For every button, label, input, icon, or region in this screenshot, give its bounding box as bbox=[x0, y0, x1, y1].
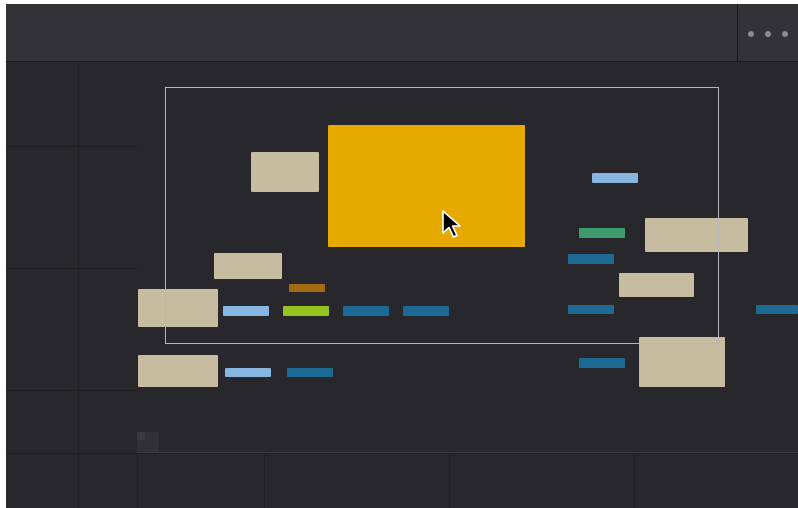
top-toolbar bbox=[6, 4, 798, 62]
grid-line-horizontal bbox=[6, 390, 137, 391]
grid-line-horizontal bbox=[6, 146, 137, 147]
node-pill[interactable] bbox=[592, 173, 638, 183]
node-pill[interactable] bbox=[225, 368, 271, 377]
node-pill[interactable] bbox=[568, 254, 614, 264]
node-block[interactable] bbox=[138, 289, 218, 327]
node-pill[interactable] bbox=[223, 306, 269, 316]
node-block[interactable] bbox=[645, 218, 748, 252]
selected-node-block[interactable] bbox=[328, 125, 525, 247]
node-pill[interactable] bbox=[343, 306, 389, 316]
more-horizontal-icon bbox=[782, 31, 788, 37]
grid-line-horizontal bbox=[6, 268, 137, 269]
grid-line-vertical bbox=[264, 454, 265, 508]
more-horizontal-icon bbox=[765, 31, 771, 37]
node-pill[interactable] bbox=[283, 306, 329, 316]
node-pill[interactable] bbox=[403, 306, 449, 316]
node-pill[interactable] bbox=[579, 358, 625, 368]
arrow-pointer-icon bbox=[442, 210, 461, 238]
node-block[interactable] bbox=[214, 253, 282, 279]
grid-line-vertical bbox=[634, 454, 635, 508]
toolbar-divider bbox=[737, 4, 738, 62]
grid-line-vertical bbox=[78, 63, 79, 508]
node-block[interactable] bbox=[251, 152, 319, 192]
node-block[interactable] bbox=[138, 355, 218, 387]
node-pill[interactable] bbox=[287, 368, 333, 377]
node-pill[interactable] bbox=[579, 228, 625, 238]
node-block[interactable] bbox=[639, 337, 725, 387]
node-block[interactable] bbox=[619, 273, 694, 297]
more-horizontal-icon bbox=[748, 31, 754, 37]
canvas-corner-marker bbox=[137, 432, 159, 452]
grid-line-vertical bbox=[449, 454, 450, 508]
node-pill[interactable] bbox=[756, 305, 798, 314]
more-options-button[interactable] bbox=[748, 24, 788, 44]
node-pill[interactable] bbox=[568, 305, 614, 314]
app-window bbox=[6, 4, 798, 508]
node-pill[interactable] bbox=[289, 284, 325, 292]
grid-line-horizontal bbox=[6, 453, 798, 454]
